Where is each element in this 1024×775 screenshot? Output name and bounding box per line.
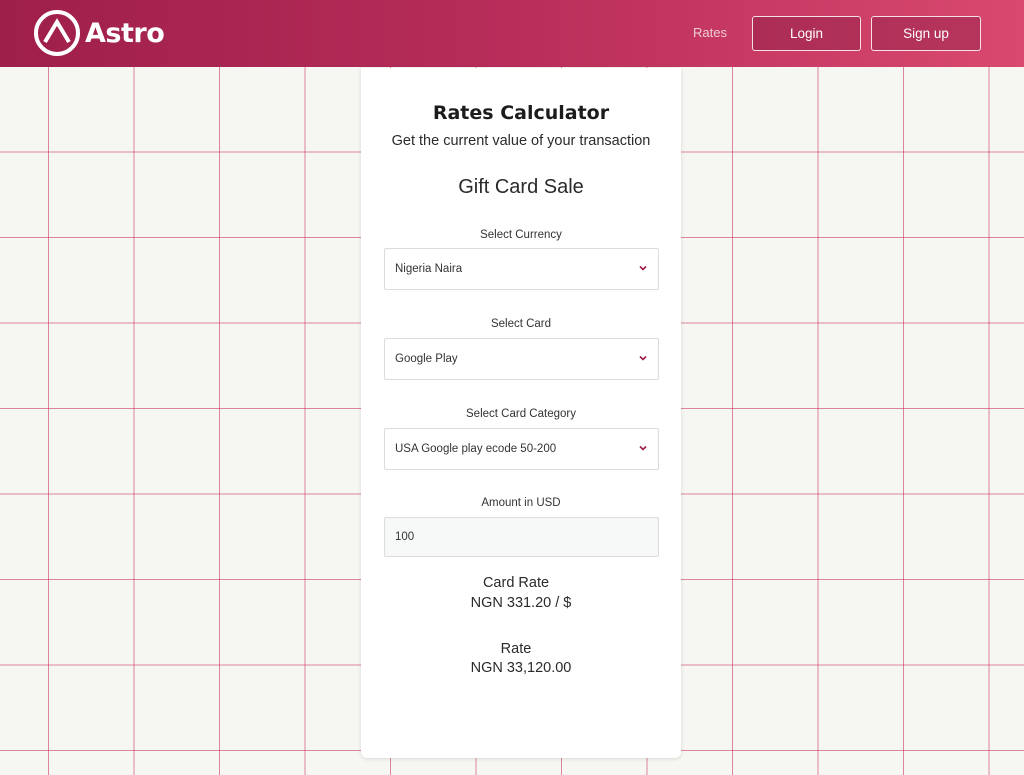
category-select-value: USA Google play ecode 50-200 (395, 443, 557, 455)
card-label: Select Card (490, 318, 552, 330)
card-select[interactable]: Google Play (384, 338, 659, 380)
top-navbar: Astro Rates Login Sign up (0, 0, 1024, 67)
rates-calculator-card: Rates Calculator Get the current value o… (361, 68, 681, 758)
calculator-subtitle: Get the current value of your transactio… (391, 133, 651, 149)
card-rate-label: Card Rate (482, 575, 550, 591)
currency-select-value: Nigeria Naira (395, 263, 463, 275)
rate-value: NGN 33,120.00 (470, 660, 572, 676)
nav-link-rates[interactable]: Rates (693, 25, 727, 40)
section-title: Gift Card Sale (458, 176, 584, 198)
chevron-down-icon (639, 445, 647, 451)
card-select-value: Google Play (395, 353, 458, 365)
amount-label: Amount in USD (481, 497, 561, 509)
currency-select[interactable]: Nigeria Naira (384, 248, 659, 290)
login-button[interactable]: Login (752, 16, 861, 51)
category-label: Select Card Category (466, 408, 576, 420)
amount-input[interactable]: 100 (384, 517, 659, 557)
category-select[interactable]: USA Google play ecode 50-200 (384, 428, 659, 470)
card-rate-value: NGN 331.20 / $ (470, 595, 572, 611)
astro-logo-icon (34, 10, 80, 56)
brand-logo[interactable]: Astro (33, 9, 165, 57)
chevron-down-icon (639, 355, 647, 361)
rate-label: Rate (500, 641, 532, 657)
calculator-title: Rates Calculator (432, 102, 610, 124)
chevron-down-icon (639, 265, 647, 271)
brand-name: Astro (85, 17, 165, 49)
currency-label: Select Currency (480, 229, 562, 241)
signup-button[interactable]: Sign up (871, 16, 981, 51)
